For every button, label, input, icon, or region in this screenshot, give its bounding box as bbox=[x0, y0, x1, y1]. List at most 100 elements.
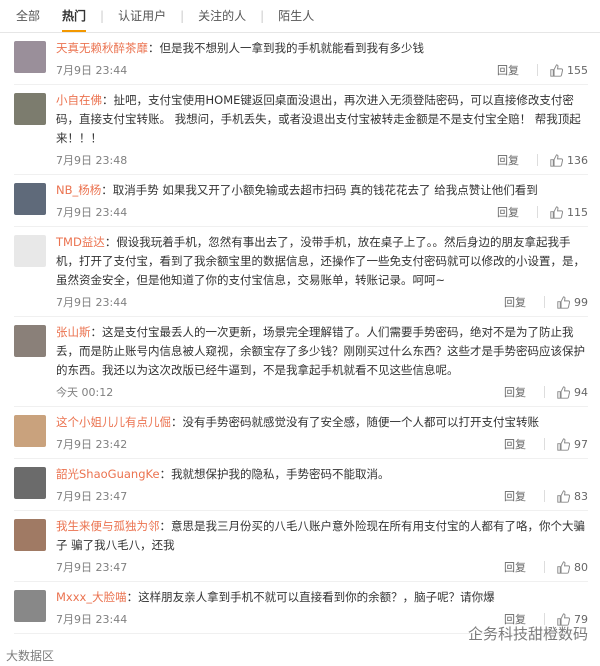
comment-actions: 回复 97 bbox=[504, 436, 588, 452]
action-divider bbox=[537, 64, 538, 76]
commenter-name[interactable]: 张山斯 bbox=[56, 325, 91, 339]
comment-actions: 回复 99 bbox=[504, 294, 588, 310]
tab-all[interactable]: 全部 bbox=[16, 0, 40, 32]
like-count: 97 bbox=[574, 437, 588, 451]
comment-actions: 回复 80 bbox=[504, 559, 588, 575]
like-button[interactable]: 97 bbox=[557, 438, 588, 451]
avatar[interactable] bbox=[14, 93, 46, 125]
commenter-name[interactable]: 这个小姐儿儿有点儿倔 bbox=[56, 415, 171, 429]
avatar[interactable] bbox=[14, 41, 46, 73]
comment-time: 7月9日 23:44 bbox=[56, 296, 128, 309]
like-button[interactable]: 83 bbox=[557, 490, 588, 503]
comment-text: 我生来便与孤独为邻：意思是我三月份买的八毛八账户意外险现在所有用支付宝的人都有了… bbox=[56, 517, 588, 555]
like-button[interactable]: 136 bbox=[550, 154, 588, 167]
commenter-name[interactable]: 小自在佛 bbox=[56, 93, 102, 107]
like-button[interactable]: 80 bbox=[557, 561, 588, 574]
thumbs-up-icon bbox=[557, 489, 570, 503]
comment-item: 我生来便与孤独为邻：意思是我三月份买的八毛八账户意外险现在所有用支付宝的人都有了… bbox=[14, 511, 588, 582]
like-button[interactable]: 99 bbox=[557, 296, 588, 309]
comment-text: NB_杨杨：取消手势 如果我又开了小额免输或去超市扫码 真的钱花花去了 给我点赞… bbox=[56, 181, 588, 200]
comment-item: 韶光ShaoGuangKe：我就想保护我的隐私，手势密码不能取消。 7月9日 23… bbox=[14, 459, 588, 511]
comment-actions: 回复 155 bbox=[497, 62, 588, 78]
like-button[interactable]: 115 bbox=[550, 206, 588, 219]
commenter-name[interactable]: NB_杨杨 bbox=[56, 183, 101, 197]
action-divider bbox=[544, 296, 545, 308]
comment-content: NB_杨杨：取消手势 如果我又开了小额免输或去超市扫码 真的钱花花去了 给我点赞… bbox=[56, 181, 588, 222]
tab-verified[interactable]: 认证用户 bbox=[118, 0, 166, 32]
comment-item: 这个小姐儿儿有点儿倔：没有手势密码就感觉没有了安全感，随便一个人都可以打开支付宝… bbox=[14, 407, 588, 459]
thumbs-up-icon bbox=[557, 385, 570, 399]
comment-body: 我就想保护我的隐私，手势密码不能取消。 bbox=[171, 467, 390, 481]
comment-content: 天真无赖秋醉茶靡：但是我不想别人一拿到我的手机就能看到我有多少钱 7月9日 23:… bbox=[56, 39, 588, 80]
comment-meta: 7月9日 23:44 回复 115 bbox=[56, 202, 588, 222]
reply-button[interactable]: 回复 bbox=[504, 294, 526, 310]
comment-text: 小自在佛：扯吧，支付宝使用HOME键返回桌面没退出，再次进入无须登陆密码，可以直… bbox=[56, 91, 588, 148]
like-count: 136 bbox=[567, 153, 588, 167]
like-count: 115 bbox=[567, 205, 588, 219]
tab-hot[interactable]: 热门 bbox=[62, 0, 87, 32]
comment-text: 天真无赖秋醉茶靡：但是我不想别人一拿到我的手机就能看到我有多少钱 bbox=[56, 39, 588, 58]
avatar[interactable] bbox=[14, 183, 46, 215]
reply-button[interactable]: 回复 bbox=[504, 488, 526, 504]
comment-item: 小自在佛：扯吧，支付宝使用HOME键返回桌面没退出，再次进入无须登陆密码，可以直… bbox=[14, 85, 588, 175]
tab-following[interactable]: 关注的人 bbox=[198, 0, 246, 32]
comment-item: NB_杨杨：取消手势 如果我又开了小额免输或去超市扫码 真的钱花花去了 给我点赞… bbox=[14, 175, 588, 227]
action-divider bbox=[544, 561, 545, 573]
avatar[interactable] bbox=[14, 590, 46, 622]
comment-tabs: 全部 热门 | 认证用户 | 关注的人 | 陌生人 bbox=[0, 0, 600, 33]
commenter-name[interactable]: Mxxx_大脸喵 bbox=[56, 590, 127, 604]
avatar[interactable] bbox=[14, 519, 46, 551]
comment-time: 7月9日 23:42 bbox=[56, 438, 128, 451]
comment-time: 今天 00:12 bbox=[56, 386, 114, 399]
like-button[interactable]: 94 bbox=[557, 386, 588, 399]
comment-content: 韶光ShaoGuangKe：我就想保护我的隐私，手势密码不能取消。 7月9日 23… bbox=[56, 465, 588, 506]
avatar[interactable] bbox=[14, 325, 46, 357]
like-count: 80 bbox=[574, 560, 588, 574]
action-divider bbox=[544, 438, 545, 450]
comment-text: Mxxx_大脸喵：这样朋友亲人拿到手机不就可以直接看到你的余额？，脑子呢？请你爆 bbox=[56, 588, 588, 607]
avatar[interactable] bbox=[14, 235, 46, 267]
thumbs-up-icon bbox=[550, 153, 563, 167]
comment-body: 但是我不想别人一拿到我的手机就能看到我有多少钱 bbox=[159, 41, 425, 55]
like-count: 83 bbox=[574, 489, 588, 503]
avatar[interactable] bbox=[14, 467, 46, 499]
reply-button[interactable]: 回复 bbox=[497, 204, 519, 220]
comment-meta: 7月9日 23:44 回复 155 bbox=[56, 60, 588, 80]
comment-content: 小自在佛：扯吧，支付宝使用HOME键返回桌面没退出，再次进入无须登陆密码，可以直… bbox=[56, 91, 588, 170]
watermark-right: 企务科技甜橙数码 bbox=[467, 625, 588, 643]
colon: ： bbox=[101, 183, 113, 197]
colon: ： bbox=[171, 415, 183, 429]
commenter-name[interactable]: 韶光ShaoGuangKe bbox=[56, 467, 160, 481]
like-count: 99 bbox=[574, 295, 588, 309]
comment-text: TMD益达：假设我玩着手机，忽然有事出去了，没带手机，放在桌子上了。。然后身边的… bbox=[56, 233, 588, 290]
reply-button[interactable]: 回复 bbox=[504, 436, 526, 452]
tab-divider: | bbox=[180, 9, 185, 23]
comment-time: 7月9日 23:44 bbox=[56, 613, 128, 626]
comment-text: 这个小姐儿儿有点儿倔：没有手势密码就感觉没有了安全感，随便一个人都可以打开支付宝… bbox=[56, 413, 588, 432]
watermark-left: 大数据区 bbox=[6, 649, 55, 663]
reply-button[interactable]: 回复 bbox=[497, 152, 519, 168]
tab-divider: | bbox=[100, 9, 105, 23]
thumbs-up-icon bbox=[557, 560, 570, 574]
reply-button[interactable]: 回复 bbox=[504, 384, 526, 400]
comment-content: 这个小姐儿儿有点儿倔：没有手势密码就感觉没有了安全感，随便一个人都可以打开支付宝… bbox=[56, 413, 588, 454]
comment-body: 没有手势密码就感觉没有了安全感，随便一个人都可以打开支付宝转账 bbox=[182, 415, 540, 429]
reply-button[interactable]: 回复 bbox=[497, 62, 519, 78]
action-divider bbox=[544, 490, 545, 502]
comment-item: 天真无赖秋醉茶靡：但是我不想别人一拿到我的手机就能看到我有多少钱 7月9日 23:… bbox=[14, 33, 588, 85]
like-button[interactable]: 155 bbox=[550, 64, 588, 77]
commenter-name[interactable]: 我生来便与孤独为邻 bbox=[56, 519, 160, 533]
tab-strangers[interactable]: 陌生人 bbox=[278, 0, 314, 32]
thumbs-up-icon bbox=[550, 63, 563, 77]
colon: ： bbox=[102, 93, 114, 107]
colon: ： bbox=[148, 41, 160, 55]
commenter-name[interactable]: 天真无赖秋醉茶靡 bbox=[56, 41, 148, 55]
comment-item: 张山斯：这是支付宝最丢人的一次更新，场景完全理解错了。人们需要手势密码，绝对不是… bbox=[14, 317, 588, 407]
comment-time: 7月9日 23:47 bbox=[56, 561, 128, 574]
tab-divider: | bbox=[260, 9, 265, 23]
thumbs-up-icon bbox=[557, 295, 570, 309]
comment-actions: 回复 83 bbox=[504, 488, 588, 504]
avatar[interactable] bbox=[14, 415, 46, 447]
reply-button[interactable]: 回复 bbox=[504, 559, 526, 575]
commenter-name[interactable]: TMD益达 bbox=[56, 235, 105, 249]
